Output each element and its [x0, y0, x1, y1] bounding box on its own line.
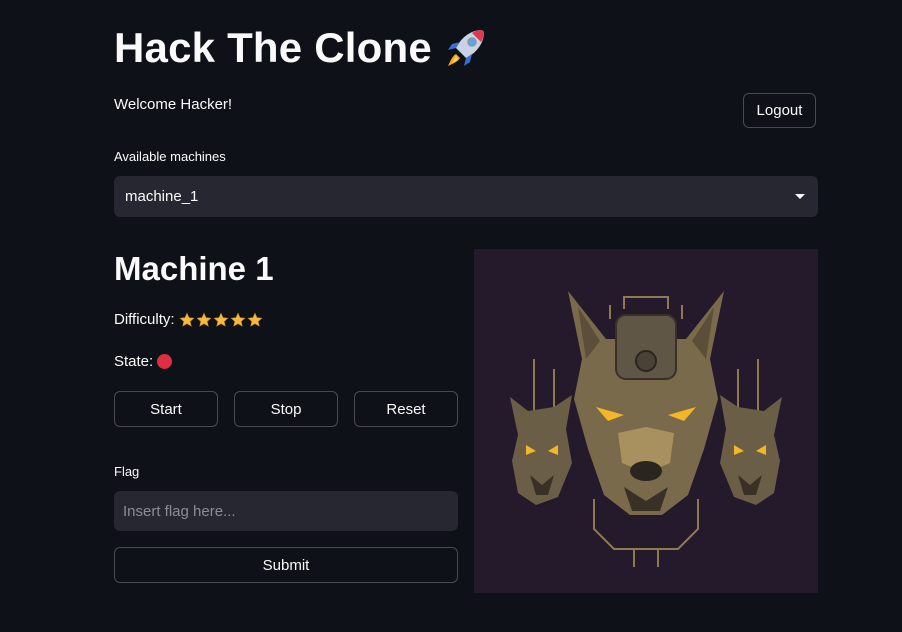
page-title: Hack The Clone: [114, 24, 490, 72]
rocket-icon: [447, 30, 484, 66]
star-icon: [179, 312, 195, 327]
machine-select-value: machine_1: [125, 188, 199, 205]
machines-label: Available machines: [114, 149, 226, 164]
difficulty-row: Difficulty:: [114, 311, 263, 328]
star-icon: [213, 312, 229, 327]
star-icon: [196, 312, 212, 327]
star-icon: [230, 312, 246, 327]
state-row: State:: [114, 353, 173, 370]
machine-title: Machine 1: [114, 250, 274, 287]
state-label: State:: [114, 353, 154, 370]
submit-button[interactable]: Submit: [114, 547, 458, 583]
page-title-text: Hack The Clone: [114, 24, 432, 71]
stop-button[interactable]: Stop: [234, 391, 338, 427]
star-icon: [247, 312, 263, 327]
flag-input[interactable]: [114, 491, 458, 531]
app-page: Hack The Clone Welcome Hacker! Logout Av…: [0, 0, 902, 632]
cyber-dog-artwork: [510, 291, 782, 567]
chevron-down-icon: [795, 194, 805, 199]
logout-button[interactable]: Logout: [743, 93, 816, 128]
start-button[interactable]: Start: [114, 391, 218, 427]
machine-select[interactable]: machine_1: [114, 176, 818, 217]
flag-label: Flag: [114, 464, 140, 479]
welcome-text: Welcome Hacker!: [114, 96, 233, 113]
difficulty-label: Difficulty:: [114, 311, 175, 328]
machine-image: [474, 249, 818, 593]
reset-button[interactable]: Reset: [354, 391, 458, 427]
state-indicator-icon: [157, 354, 173, 369]
difficulty-stars: [179, 312, 263, 328]
